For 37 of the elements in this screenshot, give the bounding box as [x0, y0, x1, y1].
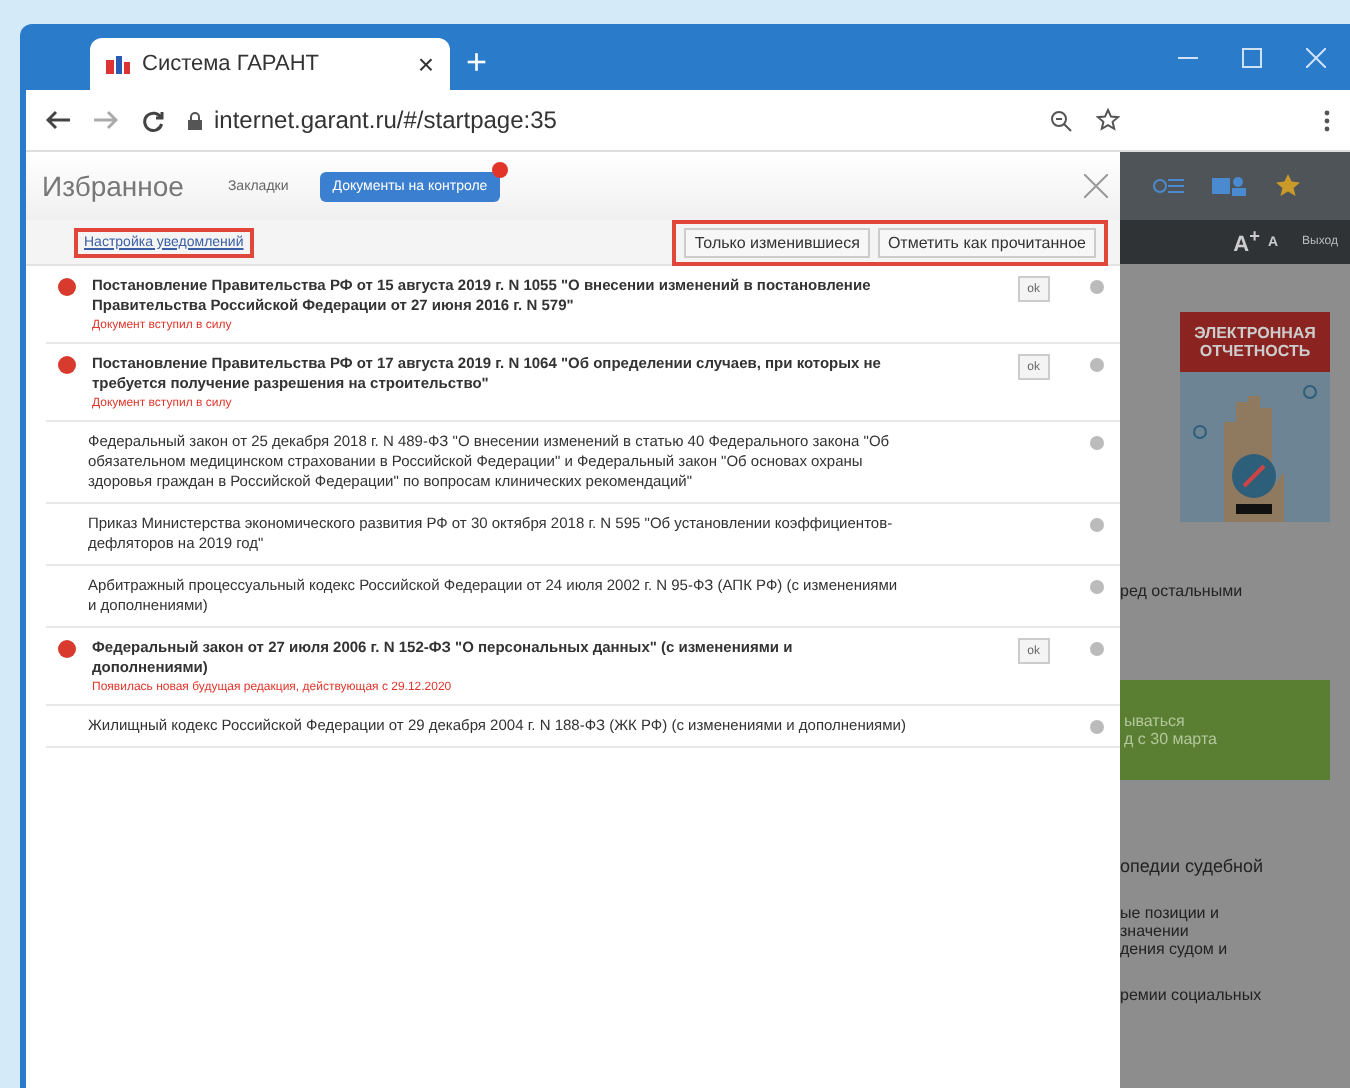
- font-size-button[interactable]: A$^{+}$: [1233, 226, 1260, 258]
- list-icon[interactable]: [1152, 176, 1184, 196]
- page-text: ремии социальных: [1120, 986, 1264, 1004]
- logo-icon: [106, 55, 130, 73]
- dot-icon[interactable]: [1090, 720, 1104, 734]
- zoom-icon[interactable]: [1050, 109, 1072, 131]
- reload-icon[interactable]: [142, 109, 164, 131]
- promo-text: д с 30 марта: [1124, 730, 1219, 748]
- kebab-menu-icon[interactable]: [1324, 109, 1330, 131]
- page-text: дения судом и: [1120, 940, 1230, 958]
- promo-text: ываться: [1124, 712, 1187, 730]
- panel-title: Избранное: [42, 170, 184, 202]
- star-icon[interactable]: [1276, 174, 1300, 198]
- dot-icon[interactable]: [1090, 280, 1104, 294]
- page-text: значении: [1120, 922, 1191, 940]
- tab-title: Система ГАРАНТ: [142, 52, 322, 76]
- new-tab-button[interactable]: +: [466, 42, 488, 84]
- back-arrow-icon[interactable]: [46, 110, 70, 130]
- close-icon[interactable]: [1084, 174, 1108, 198]
- dot-icon[interactable]: [1090, 642, 1104, 656]
- dot-icon[interactable]: [1090, 580, 1104, 594]
- filter-button[interactable]: Отметить как прочитанное: [877, 227, 1096, 257]
- tab-close-button[interactable]: ×: [417, 48, 434, 80]
- dot-icon[interactable]: [1090, 358, 1104, 372]
- people-icon[interactable]: [1212, 176, 1248, 196]
- lock-icon: [188, 111, 202, 129]
- promo-banner: ЭЛЕКТРОННАЯ ОТЧЕТНОСТЬ: [1180, 312, 1330, 372]
- dot-icon[interactable]: [1090, 518, 1104, 532]
- page-text: ред остальными: [1120, 582, 1245, 600]
- filter-button[interactable]: Только изменившиеся: [684, 227, 870, 257]
- star-icon[interactable]: [1096, 108, 1120, 132]
- maximize-icon[interactable]: [1242, 47, 1262, 67]
- dot-icon[interactable]: [1090, 436, 1104, 450]
- forward-arrow-icon[interactable]: [94, 110, 118, 130]
- browser-tab[interactable]: Система ГАРАНТ ×: [90, 38, 450, 90]
- page-text: ые позиции и: [1120, 904, 1221, 922]
- page-heading: опедии судебной: [1120, 856, 1266, 876]
